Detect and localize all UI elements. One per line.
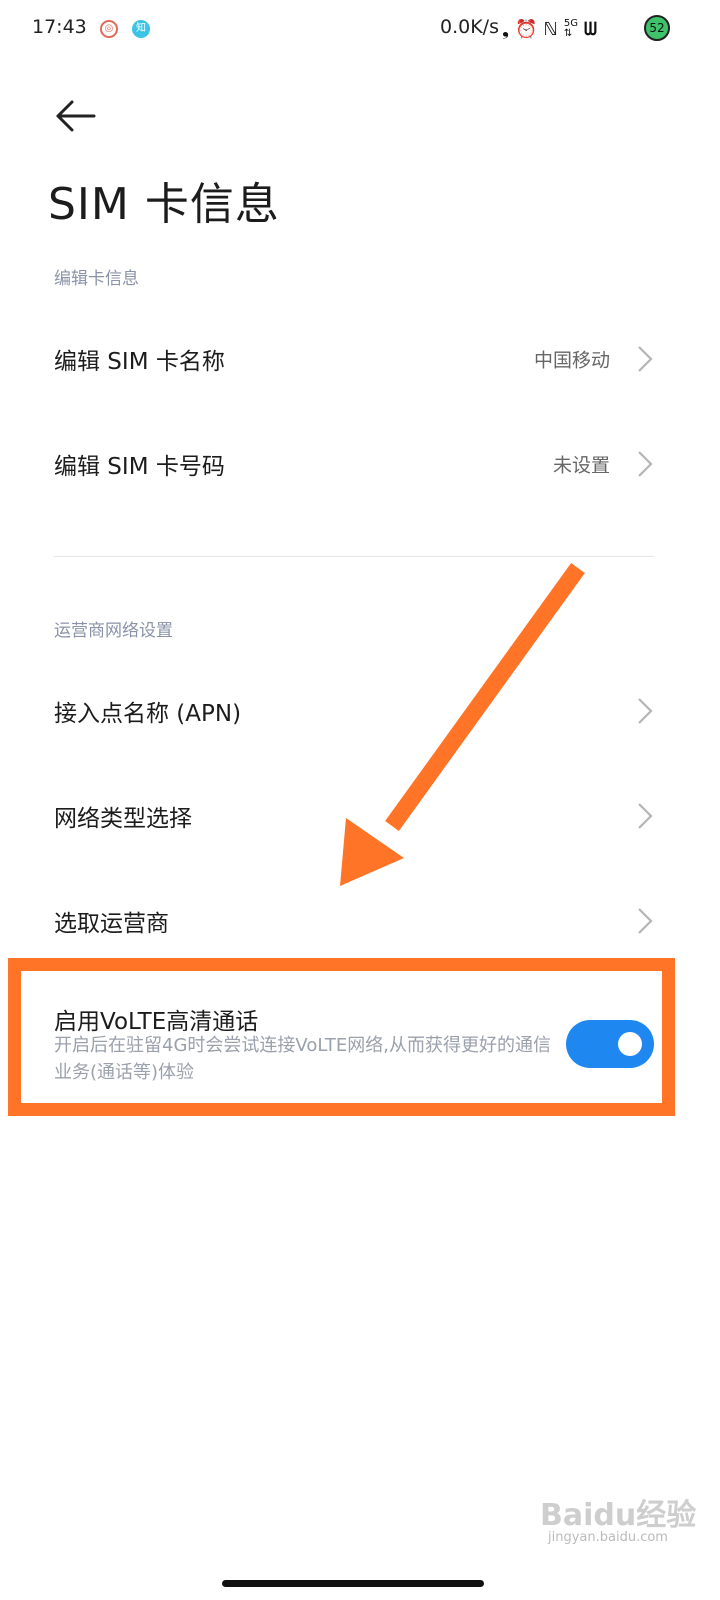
home-indicator[interactable] xyxy=(222,1580,484,1587)
annotation-arrow xyxy=(340,563,585,886)
baidu-watermark-url: jingyan.baidu.com xyxy=(548,1530,668,1545)
baidu-watermark: Baidu经验 xyxy=(540,1498,697,1533)
